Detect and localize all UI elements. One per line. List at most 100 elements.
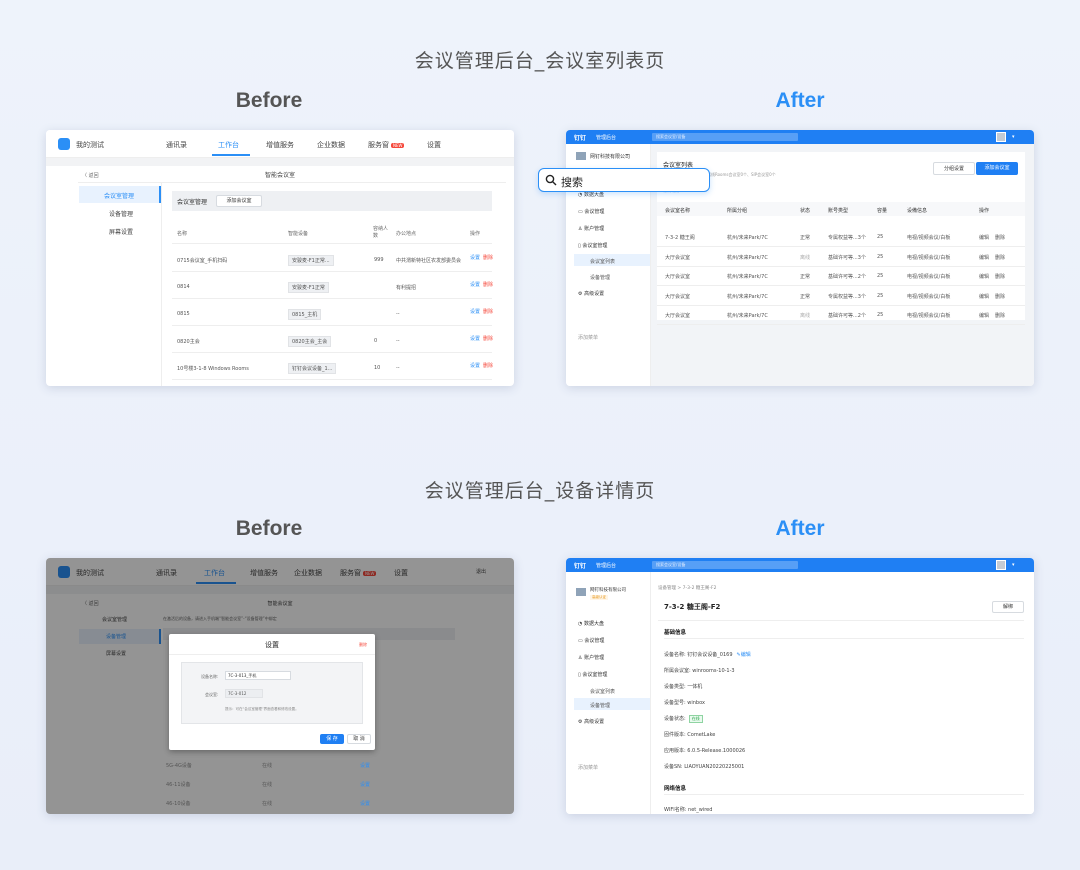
divider — [658, 620, 1024, 621]
edit-link[interactable]: 编辑 — [979, 234, 989, 241]
delete-link[interactable]: 删除 — [995, 293, 1005, 300]
section-title-list: 会议管理后台_会议室列表页 — [414, 50, 666, 72]
cancel-button[interactable]: 取 消 — [347, 734, 371, 744]
org-avatar — [576, 588, 586, 596]
edit-link[interactable]: 编辑 — [979, 254, 989, 261]
device-row-set[interactable]: 设置 — [360, 800, 370, 807]
row-divider — [657, 324, 1025, 325]
sidebar-item-meeting[interactable]: ▭ 会议管理 — [578, 637, 604, 644]
capacity-cell: 999 — [374, 257, 384, 263]
row-divider — [172, 298, 492, 299]
set-link[interactable]: 设置 — [470, 308, 480, 315]
col-device-info: 设備信息 — [907, 208, 928, 214]
device-tag: 0815_主机 — [288, 309, 322, 320]
add-room-button[interactable]: 添加会议室 — [216, 195, 262, 207]
org-name[interactable]: 网钉科技有限公司 — [590, 153, 630, 160]
delete-link[interactable]: 删除 — [483, 362, 493, 369]
sidebar-item-advanced-label: 高级设置 — [584, 291, 605, 297]
sidebar-item-dashboard[interactable]: ◔ 数据大盘 — [578, 191, 604, 198]
edit-link[interactable]: 编辑 — [979, 273, 989, 280]
sidebar-item-device-mgmt[interactable]: 设备管理 — [590, 702, 610, 709]
sidebar-item-meeting[interactable]: ▭ 会议管理 — [578, 208, 604, 215]
sidebar-item-account-label: 账户管理 — [584, 226, 605, 232]
account-type-cell: 专属权益等...3个 — [828, 293, 866, 300]
sidebar-item-room-list[interactable]: 会议室列表 — [590, 258, 615, 265]
global-search-input[interactable]: 搜索会议室/设备 — [652, 561, 798, 569]
sidebar-item-advanced[interactable]: ⚙ 高级设置 — [578, 718, 604, 725]
avatar[interactable] — [996, 560, 1006, 570]
delete-link[interactable]: 删除 — [483, 308, 493, 315]
account-type-cell: 基础许可等...2个 — [828, 274, 866, 280]
app-title: 管理后台 — [596, 135, 617, 141]
after-label-2: After — [775, 517, 825, 540]
group-settings-button[interactable]: 分组设置 — [933, 162, 975, 175]
delete-link[interactable]: 删除 — [483, 254, 493, 261]
delete-link[interactable]: 删除 — [995, 273, 1005, 280]
nav-service-window[interactable]: 服务窗 NEW — [368, 140, 405, 150]
wifi-name: WIFI名称: net_wired — [664, 807, 713, 813]
nav-enterprise-data[interactable]: 企业数据 — [317, 140, 345, 150]
nav-value-added[interactable]: 增值服务 — [266, 140, 294, 150]
sidebar-item-account[interactable]: ♙ 账户管理 — [578, 225, 604, 232]
sidebar-item-screen-settings[interactable]: 屏幕设置 — [109, 227, 133, 236]
room-name-link[interactable]: 大厅会议室 — [665, 254, 690, 261]
set-link[interactable]: 设置 — [470, 362, 480, 369]
sidebar-item-room-list[interactable]: 会议室列表 — [590, 688, 615, 695]
global-search-input[interactable]: 搜索会议室/设备 — [652, 133, 798, 141]
room-name-cell: 0815 — [177, 311, 190, 317]
delete-link[interactable]: 删除 — [995, 234, 1005, 241]
set-link[interactable]: 设置 — [470, 281, 480, 288]
edit-link[interactable]: 编辑 — [979, 293, 989, 300]
sidebar-item-account[interactable]: ♙ 账户管理 — [578, 654, 604, 661]
breadcrumb[interactable]: 设备管理 > 7-3-2 糖王阁-F2 — [658, 585, 716, 591]
search-callout[interactable]: 搜索 — [538, 168, 710, 192]
add-menu-link[interactable]: 添加菜单 — [578, 764, 598, 771]
device-row-set[interactable]: 设置 — [360, 762, 370, 769]
detail-field: 设备状态: 在线 — [664, 715, 703, 723]
room-name-link[interactable]: 7-3-2 糖王阁 — [665, 234, 695, 241]
status-badge: 在线 — [688, 715, 703, 723]
nav-workbench[interactable]: 工作台 — [218, 140, 239, 150]
save-button[interactable]: 保 存 — [320, 734, 344, 744]
device-row-set[interactable]: 设置 — [360, 781, 370, 788]
add-menu-link[interactable]: 添加菜单 — [578, 334, 598, 341]
delete-link[interactable]: 删除 — [995, 312, 1005, 319]
device-info-cell: 电视/视频会议/白板 — [907, 313, 951, 319]
add-room-button[interactable]: 添加会议室 — [976, 162, 1018, 175]
modal-close[interactable]: 删除 — [359, 642, 367, 648]
org-name[interactable]: 网钉科技有限公司 — [590, 587, 626, 593]
room-name-link[interactable]: 大厅会议室 — [665, 293, 690, 300]
device-name-input[interactable]: 7C-3-013_手机 — [225, 671, 291, 680]
unbind-button[interactable]: 解绑 — [992, 601, 1024, 613]
avatar[interactable] — [996, 132, 1006, 142]
delete-link[interactable]: 删除 — [483, 335, 493, 342]
delete-link[interactable]: 删除 — [995, 254, 1005, 261]
edit-link[interactable]: 编辑 — [979, 312, 989, 319]
device-row-name: 5G-4G设备 — [166, 763, 192, 769]
sidebar-item-advanced[interactable]: ⚙ 高级设置 — [578, 290, 604, 297]
sidebar-item-device-mgmt[interactable]: 设备管理 — [109, 209, 133, 218]
delete-link[interactable]: 删除 — [483, 281, 493, 288]
chevron-down-icon[interactable]: ▾ — [1012, 134, 1015, 140]
detail-field: 固件版本: CometLake — [664, 732, 716, 738]
col-capacity: 容纳人数 — [373, 226, 389, 239]
set-link[interactable]: 设置 — [470, 254, 480, 261]
group-cell: 杭州/未来Park/7C — [727, 313, 768, 319]
set-link[interactable]: 设置 — [470, 335, 480, 342]
nav-contacts[interactable]: 通讯录 — [166, 140, 187, 150]
detail-field: 所属会议室: winrooms-10-1-3 — [664, 668, 735, 674]
edit-name-link[interactable]: ✎编辑 — [737, 652, 751, 658]
row-divider — [172, 379, 492, 380]
new-badge: NEW — [391, 142, 405, 148]
room-name-link[interactable]: 大厅会议室 — [665, 273, 690, 280]
nav-settings[interactable]: 设置 — [427, 140, 441, 150]
room-name-link[interactable]: 大厅会议室 — [665, 312, 690, 319]
room-field[interactable]: 7C-3-012 — [225, 689, 263, 698]
sidebar-item-device-mgmt[interactable]: 设备管理 — [590, 274, 610, 281]
status-cell: 离线 — [800, 254, 811, 261]
sidebar-item-room-mgmt[interactable]: ▯ 会议室管理 — [578, 242, 607, 249]
chevron-down-icon[interactable]: ▾ — [1012, 562, 1015, 568]
sidebar-item-room-mgmt[interactable]: 会议室管理 — [104, 191, 134, 200]
sidebar-item-dashboard[interactable]: ◔ 数据大盘 — [578, 620, 604, 627]
sidebar-item-room-mgmt[interactable]: ▯ 会议室管理 — [578, 671, 607, 678]
